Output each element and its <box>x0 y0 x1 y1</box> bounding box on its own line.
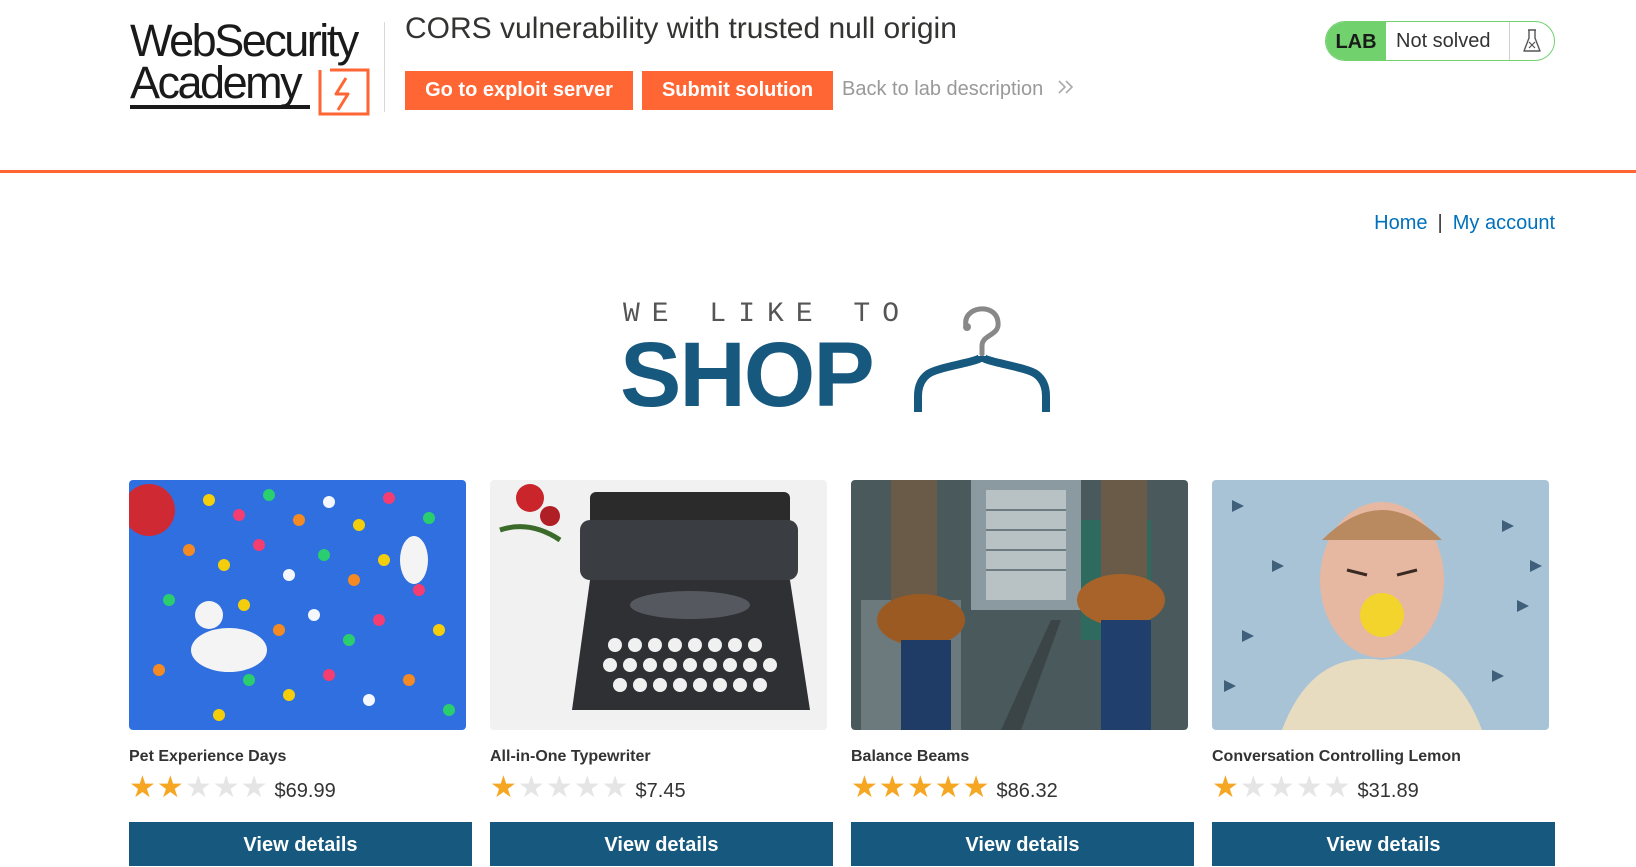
product-name: Conversation Controlling Lemon <box>1212 748 1461 765</box>
star-icon: ★ <box>1239 771 1267 804</box>
view-details-button[interactable]: View details <box>1212 822 1555 866</box>
logo-underline <box>130 105 310 109</box>
star-icon: ★ <box>517 771 545 804</box>
product-card: Conversation Controlling Lemon ★ ★ ★ ★ ★… <box>1212 480 1555 866</box>
star-icon: ★ <box>851 771 878 804</box>
star-icon: ★ <box>129 771 156 804</box>
lab-status-widget: LAB Not solved <box>1325 21 1555 61</box>
back-link-label: Back to lab description <box>842 78 1044 100</box>
logo-text-line2: Academy <box>130 57 303 108</box>
star-icon: ★ <box>240 771 268 804</box>
product-price: $7.45 <box>635 779 686 802</box>
star-icon: ★ <box>184 771 212 804</box>
product-name: Balance Beams <box>851 748 970 765</box>
banner-title: SHOP <box>620 324 875 426</box>
logo-flash-icon <box>318 68 370 116</box>
back-to-lab-description-link[interactable]: Back to lab description <box>842 78 1075 101</box>
star-icon: ★ <box>601 771 629 804</box>
star-icon: ★ <box>934 771 962 804</box>
product-image-balance-beams[interactable] <box>851 480 1188 730</box>
submit-solution-button[interactable]: Submit solution <box>642 71 833 110</box>
star-icon: ★ <box>906 771 934 804</box>
go-to-exploit-server-button[interactable]: Go to exploit server <box>405 71 633 110</box>
product-price: $69.99 <box>274 779 336 802</box>
star-icon: ★ <box>212 771 240 804</box>
double-chevron-right-icon <box>1058 80 1073 94</box>
product-rating: ★ ★ ★ ★ ★ $69.99 <box>129 773 336 803</box>
product-rating: ★ ★ ★ ★ ★ $86.32 <box>851 773 1058 803</box>
web-security-academy-logo[interactable]: WebSecurity Academy <box>130 16 380 116</box>
product-card: Pet Experience Days ★ ★ ★ ★ ★ $69.99 Vie… <box>129 480 472 866</box>
nav-separator: | <box>1437 212 1443 234</box>
academy-header: WebSecurity Academy CORS vulnerability w… <box>0 0 1636 173</box>
view-details-button[interactable]: View details <box>129 822 472 866</box>
star-icon: ★ <box>1295 771 1323 804</box>
product-image-pet-experience-days[interactable] <box>129 480 466 730</box>
hanger-icon <box>914 306 1050 412</box>
star-icon: ★ <box>490 771 517 804</box>
lab-status-text: Not solved <box>1386 22 1510 60</box>
product-image-all-in-one-typewriter[interactable] <box>490 480 827 730</box>
flask-icon <box>1510 22 1554 60</box>
view-details-button[interactable]: View details <box>490 822 833 866</box>
lab-title: CORS vulnerability with trusted null ori… <box>405 12 957 45</box>
home-link[interactable]: Home <box>1374 212 1427 234</box>
star-icon: ★ <box>156 771 184 804</box>
product-price: $86.32 <box>996 779 1058 802</box>
star-icon: ★ <box>1212 771 1239 804</box>
product-name: Pet Experience Days <box>129 748 287 765</box>
header-divider <box>384 22 385 112</box>
view-details-button[interactable]: View details <box>851 822 1194 866</box>
star-icon: ★ <box>1323 771 1351 804</box>
product-image-conversation-controlling-lemon[interactable] <box>1212 480 1549 730</box>
product-rating: ★ ★ ★ ★ ★ $31.89 <box>1212 773 1419 803</box>
star-icon: ★ <box>1267 771 1295 804</box>
product-card: All-in-One Typewriter ★ ★ ★ ★ ★ $7.45 Vi… <box>490 480 833 866</box>
star-icon: ★ <box>545 771 573 804</box>
my-account-link[interactable]: My account <box>1453 212 1555 234</box>
star-icon: ★ <box>573 771 601 804</box>
product-name: All-in-One Typewriter <box>490 748 651 765</box>
shop-banner: WE LIKE TO SHOP <box>620 296 1070 421</box>
lab-badge: LAB <box>1326 22 1386 60</box>
product-price: $31.89 <box>1357 779 1419 802</box>
star-icon: ★ <box>878 771 906 804</box>
top-navigation: Home | My account <box>1374 212 1555 235</box>
product-card: Balance Beams ★ ★ ★ ★ ★ $86.32 View deta… <box>851 480 1194 866</box>
star-icon: ★ <box>962 771 990 804</box>
product-rating: ★ ★ ★ ★ ★ $7.45 <box>490 773 686 803</box>
